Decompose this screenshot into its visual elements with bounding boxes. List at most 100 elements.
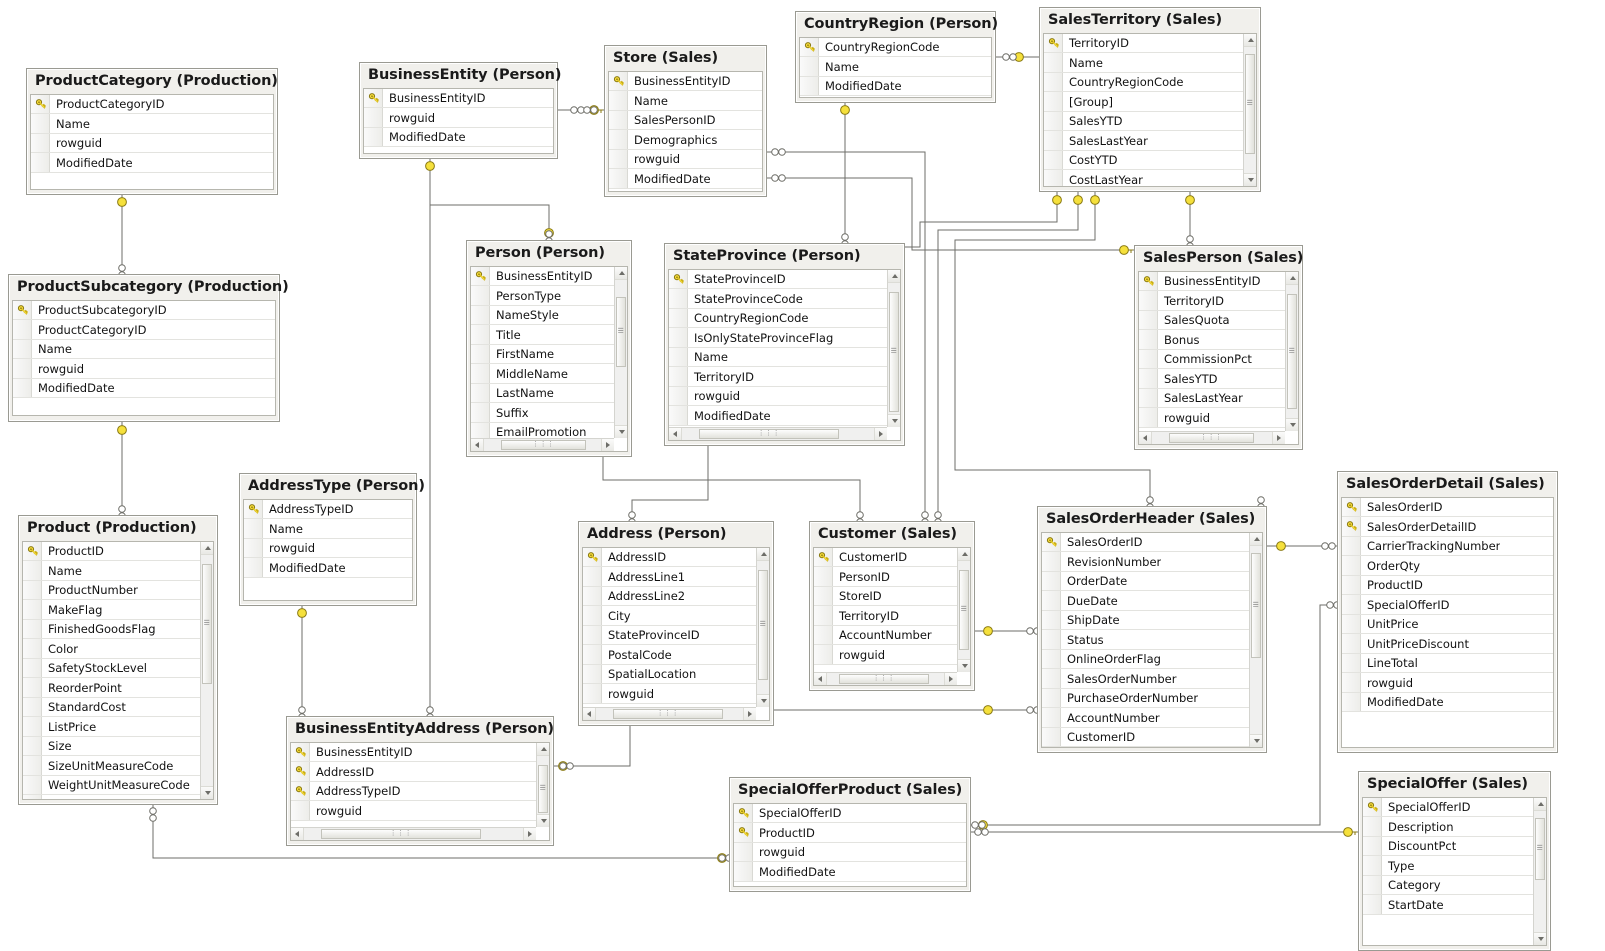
column-row[interactable]: ProductSubcategoryID: [13, 300, 275, 321]
column-row[interactable]: SizeUnitMeasureCode: [23, 756, 200, 776]
horizontal-scrollbar-stateprovince[interactable]: ⋮⋮⋮: [669, 426, 887, 440]
scroll-right-arrow-icon[interactable]: [944, 672, 957, 685]
column-row[interactable]: ModifiedDate: [609, 169, 762, 189]
column-row[interactable]: StoreID: [814, 586, 957, 607]
column-row[interactable]: BusinessEntityID: [1139, 271, 1285, 292]
column-row[interactable]: SpecialOfferID: [734, 803, 966, 824]
column-row[interactable]: BusinessEntityID: [364, 88, 553, 109]
entity-table-salesorderdetail[interactable]: SalesOrderDetail (Sales) SalesOrderID Sale…: [1337, 471, 1558, 753]
entity-table-salesterritory[interactable]: SalesTerritory (Sales) TerritoryID Name Cou…: [1039, 7, 1261, 192]
horizontal-scrollbar-thumb[interactable]: ⋮⋮⋮: [839, 673, 929, 684]
entity-table-salesperson[interactable]: SalesPerson (Sales) BusinessEntityID Terri…: [1134, 245, 1303, 450]
scroll-down-arrow-icon[interactable]: [201, 785, 213, 799]
scroll-left-arrow-icon[interactable]: [583, 707, 596, 720]
database-diagram-canvas[interactable]: ProductCategory (Production) ProductCateg…: [0, 0, 1605, 951]
horizontal-scrollbar-thumb[interactable]: ⋮⋮⋮: [699, 428, 839, 439]
column-row[interactable]: TerritoryID: [814, 606, 957, 626]
column-row[interactable]: FinishedGoodsFlag: [23, 619, 200, 640]
column-row[interactable]: ReorderPoint: [23, 678, 200, 698]
column-row[interactable]: StateProvinceCode: [669, 289, 887, 309]
column-row[interactable]: CountryRegionCode: [800, 37, 991, 58]
column-row[interactable]: NameStyle: [471, 305, 614, 326]
column-grid-product[interactable]: ProductID Name ProductNumber MakeFlag Finish…: [22, 540, 214, 800]
column-row[interactable]: Type: [1363, 856, 1533, 876]
column-row[interactable]: CommissionPct: [1139, 349, 1285, 370]
column-row[interactable]: AccountNumber: [1042, 708, 1249, 728]
column-row[interactable]: MakeFlag: [23, 600, 200, 620]
scroll-right-arrow-icon[interactable]: [743, 707, 756, 720]
column-row[interactable]: WeightUnitMeasureCode: [23, 775, 200, 796]
entity-table-productsubcategory[interactable]: ProductSubcategory (Production) ProductSu…: [8, 274, 289, 422]
column-row[interactable]: CountryRegionCode: [1044, 72, 1243, 93]
column-row[interactable]: rowguid: [583, 684, 756, 704]
column-row[interactable]: IsOnlyStateProvinceFlag: [669, 328, 887, 348]
vertical-scrollbar-thumb[interactable]: ☰: [616, 296, 626, 367]
vertical-scrollbar-address[interactable]: ☰: [756, 547, 769, 707]
scroll-up-arrow-icon[interactable]: [1244, 33, 1256, 47]
column-row[interactable]: rowguid: [244, 538, 412, 559]
column-row[interactable]: ModifiedDate: [669, 406, 887, 426]
column-row[interactable]: rowguid: [1139, 408, 1285, 428]
column-row[interactable]: Bonus: [1139, 330, 1285, 350]
entity-table-specialofferproduct[interactable]: SpecialOfferProduct (Sales) SpecialOfferI…: [729, 777, 971, 892]
column-row[interactable]: SalesOrderNumber: [1042, 669, 1249, 689]
column-grid-specialofferproduct[interactable]: SpecialOfferID ProductID rowguid ModifiedDa…: [733, 802, 967, 887]
column-row[interactable]: AddressID: [291, 762, 536, 782]
column-row[interactable]: PurchaseOrderNumber: [1042, 688, 1249, 709]
column-row[interactable]: rowguid: [364, 108, 553, 128]
column-row[interactable]: Description: [1363, 817, 1533, 837]
column-grid-countryregion[interactable]: CountryRegionCode Name ModifiedDate: [799, 36, 992, 98]
horizontal-scrollbar-customer[interactable]: ⋮⋮⋮: [814, 671, 957, 685]
entity-table-product[interactable]: Product (Production) ProductID Name Product…: [18, 515, 218, 805]
column-row[interactable]: [Group]: [1044, 92, 1243, 112]
column-row[interactable]: RevisionNumber: [1042, 552, 1249, 572]
scroll-down-arrow-icon[interactable]: [615, 424, 627, 438]
column-row[interactable]: rowguid: [1342, 673, 1553, 693]
column-row[interactable]: Suffix: [471, 403, 614, 423]
scroll-left-arrow-icon[interactable]: [814, 672, 827, 685]
column-row[interactable]: CustomerID: [814, 547, 957, 568]
scroll-right-arrow-icon[interactable]: [1272, 431, 1285, 444]
column-row[interactable]: TerritoryID: [1044, 33, 1243, 54]
column-row[interactable]: ProductID: [23, 541, 200, 562]
scroll-left-arrow-icon[interactable]: [1139, 431, 1152, 444]
vertical-scrollbar-thumb[interactable]: ☰: [889, 291, 899, 412]
column-grid-address[interactable]: AddressID AddressLine1 AddressLine2 City Sta…: [582, 546, 770, 721]
entity-table-stateprovince[interactable]: StateProvince (Person) StateProvinceID Sta…: [664, 243, 905, 446]
column-row[interactable]: Title: [471, 325, 614, 345]
column-row[interactable]: Status: [1042, 630, 1249, 650]
vertical-scrollbar-salesperson[interactable]: ☰: [1285, 271, 1298, 431]
column-row[interactable]: UnitPrice: [1342, 614, 1553, 635]
column-row[interactable]: ModifiedDate: [244, 558, 412, 578]
column-row[interactable]: BusinessEntityID: [609, 71, 762, 92]
horizontal-scrollbar-thumb[interactable]: ⋮⋮⋮: [501, 439, 586, 450]
column-grid-salesorderdetail[interactable]: SalesOrderID SalesOrderDetailID CarrierTra…: [1341, 496, 1554, 748]
scroll-left-arrow-icon[interactable]: [291, 827, 304, 840]
column-row[interactable]: AddressLine2: [583, 586, 756, 607]
column-row[interactable]: CustomerID: [1042, 727, 1249, 747]
scroll-up-arrow-icon[interactable]: [537, 742, 549, 756]
entity-table-store[interactable]: Store (Sales) BusinessEntityID Name SalesPe…: [604, 45, 767, 197]
column-grid-addresstype[interactable]: AddressTypeID Name rowguid ModifiedDate: [243, 498, 413, 601]
scroll-right-arrow-icon[interactable]: [601, 438, 614, 451]
scroll-down-arrow-icon[interactable]: [1534, 931, 1546, 945]
column-row[interactable]: ProductNumber: [23, 580, 200, 601]
column-row[interactable]: LineTotal: [1342, 653, 1553, 674]
scroll-down-arrow-icon[interactable]: [1250, 733, 1262, 747]
column-row[interactable]: LastName: [471, 383, 614, 404]
column-row[interactable]: OrderQty: [1342, 556, 1553, 576]
column-grid-specialoffer[interactable]: SpecialOfferID Description DiscountPct Type…: [1362, 796, 1547, 946]
column-grid-person[interactable]: BusinessEntityID PersonType NameStyle Title…: [470, 265, 628, 452]
column-row[interactable]: BusinessEntityID: [291, 742, 536, 763]
scroll-down-arrow-icon[interactable]: [888, 413, 900, 427]
column-grid-customer[interactable]: CustomerID PersonID StoreID TerritoryID Acco…: [813, 546, 971, 686]
column-row[interactable]: ProductID: [734, 823, 966, 843]
scroll-up-arrow-icon[interactable]: [615, 266, 627, 280]
column-row[interactable]: OrderDate: [1042, 571, 1249, 592]
column-row[interactable]: SalesYTD: [1139, 369, 1285, 389]
column-row[interactable]: ModifiedDate: [734, 862, 966, 882]
entity-table-salesorderheader[interactable]: SalesOrderHeader (Sales) SalesOrderID Revi…: [1037, 506, 1267, 753]
column-row[interactable]: rowguid: [13, 359, 275, 379]
column-row[interactable]: Name: [1044, 53, 1243, 73]
column-row[interactable]: SafetyStockLevel: [23, 658, 200, 679]
